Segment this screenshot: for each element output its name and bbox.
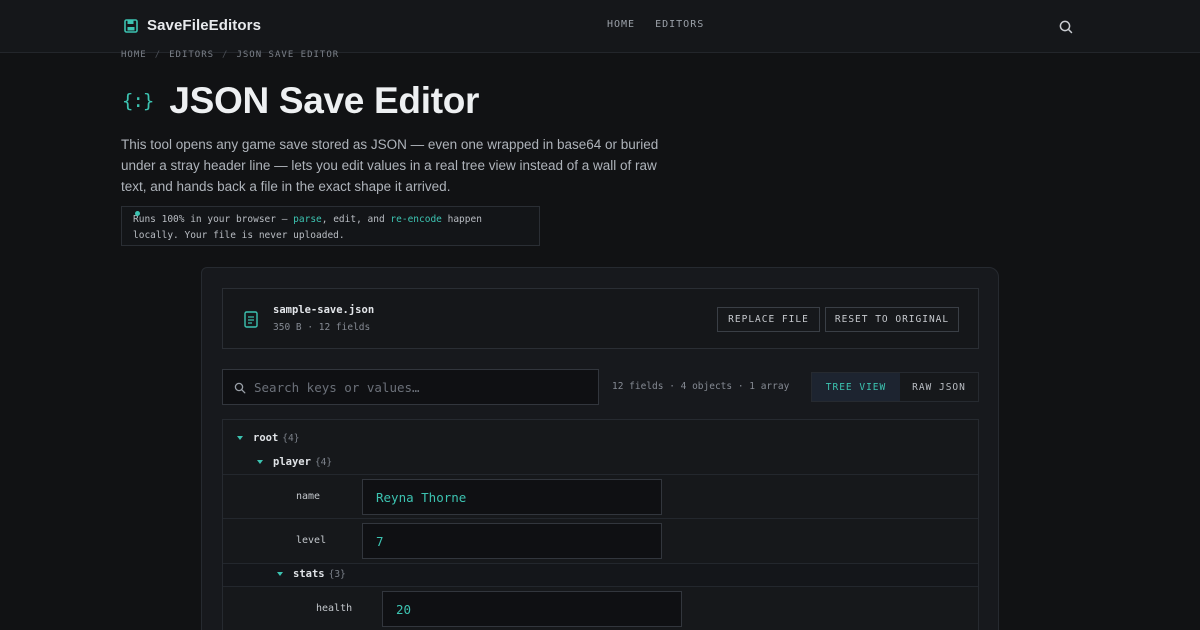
node-key: player <box>273 456 311 468</box>
breadcrumb-current: JSON SAVE EDITOR <box>236 50 340 60</box>
field-row-name: name <box>223 474 978 518</box>
status-dot-icon <box>135 211 140 216</box>
notice-text: Runs 100% in your browser — <box>133 214 294 225</box>
chevron-down-icon[interactable] <box>257 460 263 464</box>
node-key: stats <box>293 568 325 580</box>
name-value-input[interactable] <box>362 479 662 515</box>
nav-editors-link[interactable]: EDITORS <box>655 19 704 30</box>
tab-tree-view[interactable]: TREE VIEW <box>812 373 900 401</box>
reset-to-original-button[interactable]: RESET TO ORIGINAL <box>825 307 959 332</box>
search-input[interactable] <box>254 370 584 404</box>
view-toggle: TREE VIEW RAW JSON <box>811 372 979 402</box>
breadcrumb-separator: / <box>222 50 229 60</box>
page-title: JSON Save Editor <box>169 80 480 121</box>
notice-highlight-parse: parse <box>293 214 322 225</box>
node-key: root <box>253 432 279 444</box>
tab-raw-json[interactable]: RAW JSON <box>900 373 978 401</box>
search-icon <box>234 382 246 394</box>
file-card: sample-save.json 350 B · 12 fields REPLA… <box>222 288 979 349</box>
field-label: level <box>296 535 327 546</box>
breadcrumb-editors[interactable]: EDITORS <box>169 50 214 60</box>
replace-file-button[interactable]: REPLACE FILE <box>717 307 820 332</box>
json-tree: root {4} player {4} name level stats {3}… <box>222 419 979 630</box>
file-icon <box>244 311 258 328</box>
file-name: sample-save.json <box>273 304 375 316</box>
field-label: health <box>316 603 353 614</box>
node-count: {4} <box>314 456 333 468</box>
main-nav: HOME EDITORS <box>607 19 704 30</box>
notice-text: , edit, and <box>321 214 391 225</box>
field-row-health: health <box>223 586 978 630</box>
intro-text: This tool opens any game save stored as … <box>121 137 659 194</box>
json-braces-icon: {:} <box>122 90 154 112</box>
health-value-input[interactable] <box>382 591 682 627</box>
chevron-down-icon[interactable] <box>277 572 283 576</box>
nav-home-link[interactable]: HOME <box>607 19 635 30</box>
editor-panel: sample-save.json 350 B · 12 fields REPLA… <box>201 267 999 630</box>
breadcrumb: HOME / EDITORS / JSON SAVE EDITOR <box>121 50 339 60</box>
node-count: {4} <box>282 432 300 444</box>
level-value-input[interactable] <box>362 523 662 559</box>
field-row-level: level <box>223 518 978 562</box>
field-stats: 12 fields · 4 objects · 1 array <box>612 381 790 392</box>
breadcrumb-separator: / <box>154 50 162 60</box>
chevron-down-icon[interactable] <box>237 436 243 440</box>
title-row: {:} JSON Save Editor <box>122 80 479 122</box>
brand-link[interactable]: SaveFileEditors <box>124 17 261 34</box>
notice-highlight-reencode: re-encode <box>390 214 442 225</box>
tree-node-root[interactable]: root {4} <box>223 432 978 444</box>
tree-node-stats[interactable]: stats {3} <box>223 568 978 580</box>
search-field <box>222 369 599 405</box>
tree-node-player[interactable]: player {4} <box>223 456 978 468</box>
field-label: name <box>296 491 321 502</box>
top-nav-bar: SaveFileEditors HOME EDITORS <box>0 0 1200 53</box>
node-count: {3} <box>328 568 346 580</box>
brand-name: SaveFileEditors <box>147 17 262 34</box>
privacy-notice: Runs 100% in your browser — parse, edit,… <box>121 206 540 246</box>
file-meta: 350 B · 12 fields <box>273 322 371 333</box>
breadcrumb-home[interactable]: HOME <box>121 50 147 60</box>
save-icon <box>124 18 138 33</box>
search-icon[interactable] <box>1058 19 1074 35</box>
